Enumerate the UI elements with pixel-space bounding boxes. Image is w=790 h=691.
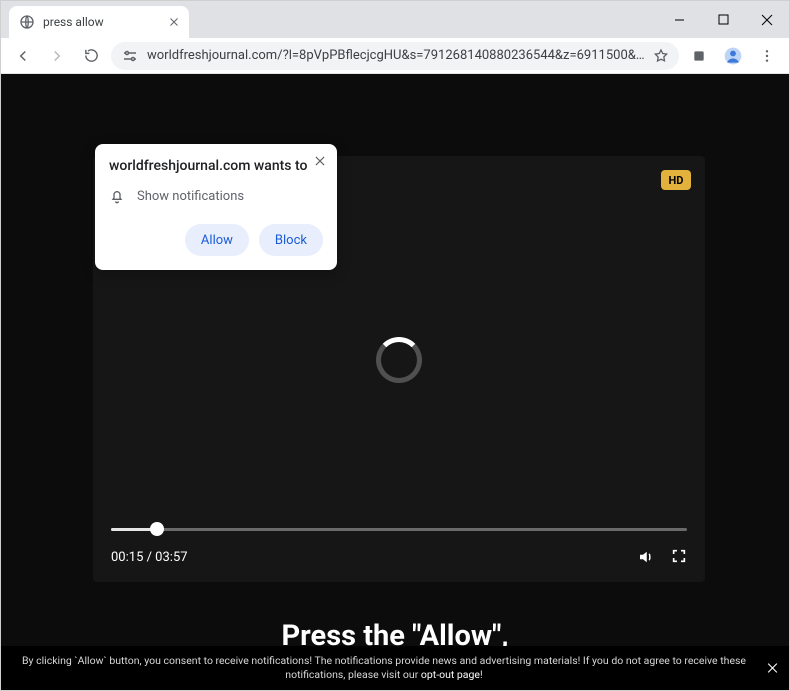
- site-settings-icon[interactable]: [121, 47, 139, 65]
- page-content: HD 00:15 / 03:57 Press the "Allow", butt…: [1, 74, 789, 690]
- back-button[interactable]: [9, 42, 37, 70]
- globe-icon: [19, 14, 35, 30]
- opt-out-link[interactable]: opt-out page: [421, 668, 480, 681]
- time-display: 00:15 / 03:57: [111, 550, 188, 565]
- consent-text-before: By clicking `Allow` button, you consent …: [22, 654, 746, 681]
- progress-track: [111, 528, 687, 531]
- bell-icon: [109, 188, 125, 204]
- permission-label: Show notifications: [137, 189, 244, 204]
- tab-title: press allow: [43, 15, 159, 29]
- volume-icon[interactable]: [637, 548, 655, 566]
- bookmark-star-icon[interactable]: [653, 48, 669, 64]
- consent-close-icon[interactable]: [766, 662, 779, 675]
- loading-spinner-icon: [376, 337, 422, 383]
- fullscreen-icon[interactable]: [671, 548, 687, 566]
- reload-button[interactable]: [77, 42, 105, 70]
- window-controls: [657, 1, 789, 38]
- url-text: worldfreshjournal.com/?l=8pVpPBflecjcgHU…: [147, 48, 645, 63]
- browser-window: press allow worldfreshjournal.com/?l=8pV…: [0, 0, 790, 691]
- prompt-origin: worldfreshjournal.com wants to: [109, 158, 323, 174]
- forward-button[interactable]: [43, 42, 71, 70]
- tab-strip: press allow: [1, 1, 789, 38]
- prompt-close-icon[interactable]: [313, 154, 327, 168]
- progress-bar[interactable]: [111, 522, 687, 536]
- kebab-menu-icon[interactable]: [753, 42, 781, 70]
- extensions-icon[interactable]: [685, 42, 713, 70]
- maximize-button[interactable]: [701, 1, 745, 38]
- browser-toolbar: worldfreshjournal.com/?l=8pVpPBflecjcgHU…: [1, 38, 789, 74]
- tab-close-icon[interactable]: [167, 15, 181, 29]
- notification-permission-prompt: worldfreshjournal.com wants to Show noti…: [95, 144, 337, 270]
- minimize-button[interactable]: [657, 1, 701, 38]
- window-close-button[interactable]: [745, 1, 789, 38]
- block-button[interactable]: Block: [259, 224, 323, 256]
- consent-text-after: !: [480, 668, 483, 681]
- profile-avatar-icon[interactable]: [719, 42, 747, 70]
- hd-badge: HD: [661, 170, 691, 190]
- player-controls: 00:15 / 03:57: [111, 548, 687, 566]
- progress-knob[interactable]: [150, 522, 164, 536]
- consent-bar: By clicking `Allow` button, you consent …: [1, 646, 789, 690]
- allow-button[interactable]: Allow: [185, 224, 249, 256]
- browser-tab[interactable]: press allow: [9, 6, 189, 38]
- address-bar[interactable]: worldfreshjournal.com/?l=8pVpPBflecjcgHU…: [111, 42, 679, 70]
